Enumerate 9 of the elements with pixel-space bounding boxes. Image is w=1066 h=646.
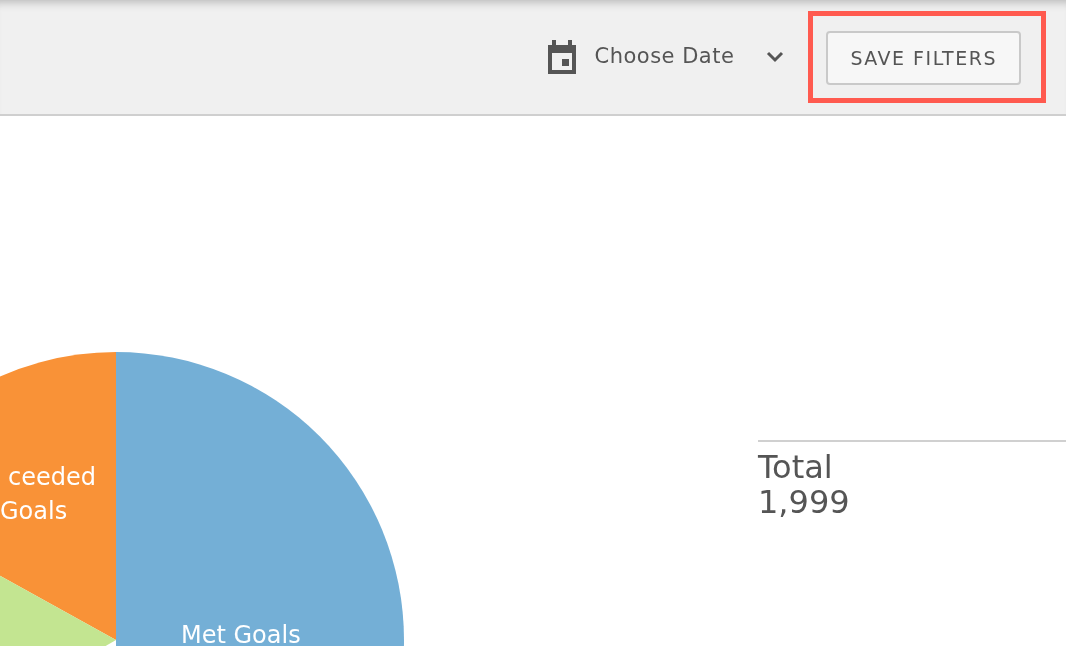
date-picker-label[interactable]: Choose Date — [594, 41, 735, 73]
total-label: Total — [758, 450, 834, 486]
slice-label: Met Goals — [181, 621, 301, 646]
total-value: 1,999 — [758, 485, 851, 521]
slice-label: ceeded — [8, 463, 96, 491]
calendar-icon[interactable] — [546, 40, 579, 74]
slice-label: Goals — [0, 497, 68, 525]
chevron-down-icon[interactable] — [766, 51, 785, 63]
save-filters-button[interactable]: SAVE FILTERS — [826, 30, 1021, 86]
